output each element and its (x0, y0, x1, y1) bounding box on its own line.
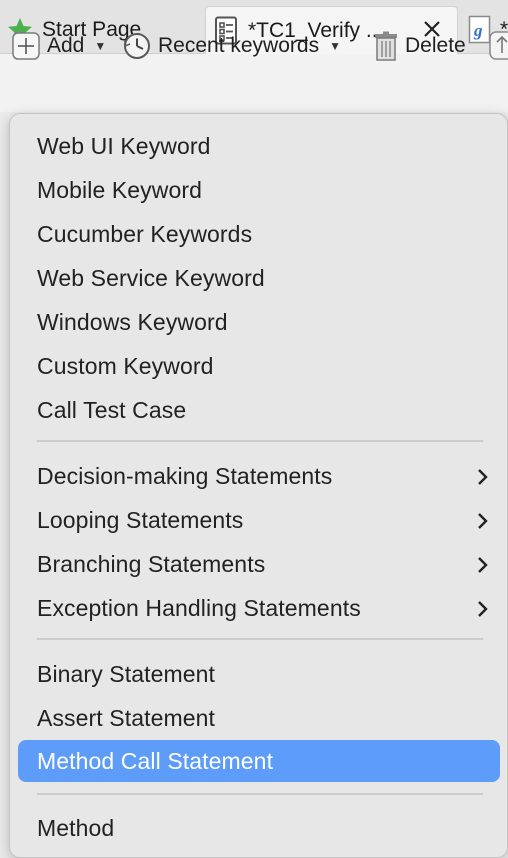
menu-item-windows-keyword[interactable]: Windows Keyword (18, 302, 500, 342)
menu-item-custom-keyword[interactable]: Custom Keyword (18, 346, 500, 386)
menu-item-call-test-case[interactable]: Call Test Case (18, 390, 500, 430)
menu-item-looping-statements[interactable]: Looping Statements (18, 500, 500, 540)
add-label: Add (47, 34, 85, 57)
menu-item-label: Assert Statement (37, 704, 216, 731)
menu-item-exception-handling-statements[interactable]: Exception Handling Statements (18, 588, 500, 628)
menu-item-label: Cucumber Keywords (37, 220, 253, 247)
add-icon (12, 31, 41, 61)
menu-item-method[interactable]: Method (18, 808, 500, 848)
menu-separator (37, 638, 483, 640)
menu-item-label: Looping Statements (37, 506, 244, 533)
menu-item-label: Method Call Statement (37, 747, 274, 774)
svg-text:g: g (473, 21, 483, 40)
menu-item-label: Web UI Keyword (37, 132, 211, 159)
history-icon (122, 31, 152, 61)
menu-item-web-service-keyword[interactable]: Web Service Keyword (18, 258, 500, 298)
add-button[interactable]: Add ▼ (12, 31, 107, 61)
menu-item-label: Branching Statements (37, 550, 266, 577)
move-up-button[interactable] (489, 31, 508, 61)
menu-item-label: Custom Keyword (37, 352, 214, 379)
recent-keywords-label: Recent keywords (158, 34, 320, 57)
menu-item-label: Exception Handling Statements (37, 594, 361, 621)
trash-icon (373, 31, 399, 61)
menu-item-decision-making-statements[interactable]: Decision-making Statements (18, 456, 500, 496)
chevron-down-icon: ▼ (329, 39, 341, 53)
menu-separator (37, 440, 483, 442)
menu-item-method-call-statement[interactable]: Method Call Statement (18, 740, 500, 782)
menu-item-branching-statements[interactable]: Branching Statements (18, 544, 500, 584)
delete-button[interactable]: Delete (373, 31, 466, 61)
chevron-right-icon (476, 510, 490, 530)
menu-item-assert-statement[interactable]: Assert Statement (18, 698, 500, 738)
menu-item-binary-statement[interactable]: Binary Statement (18, 654, 500, 694)
chevron-right-icon (476, 466, 490, 486)
menu-item-cucumber-keywords[interactable]: Cucumber Keywords (18, 214, 500, 254)
menu-item-label: Mobile Keyword (37, 176, 203, 203)
recent-keywords-button[interactable]: Recent keywords ▼ (122, 32, 341, 60)
add-dropdown-menu: Web UI Keyword Mobile Keyword Cucumber K… (9, 113, 508, 858)
menu-item-web-ui-keyword[interactable]: Web UI Keyword (18, 126, 500, 166)
chevron-down-icon: ▼ (94, 39, 107, 53)
menu-item-label: Call Test Case (37, 396, 187, 423)
test-case-toolbar (0, 54, 508, 112)
menu-item-label: Method (37, 814, 115, 841)
chevron-right-icon (476, 554, 490, 574)
chevron-right-icon (476, 598, 490, 618)
menu-item-label: Windows Keyword (37, 308, 228, 335)
menu-separator (37, 793, 483, 795)
menu-item-label: Decision-making Statements (37, 462, 333, 489)
arrow-up-icon (489, 31, 508, 61)
menu-item-mobile-keyword[interactable]: Mobile Keyword (18, 170, 500, 210)
menu-item-label: Web Service Keyword (37, 264, 265, 291)
menu-item-label: Binary Statement (37, 660, 216, 687)
delete-label: Delete (405, 34, 466, 57)
